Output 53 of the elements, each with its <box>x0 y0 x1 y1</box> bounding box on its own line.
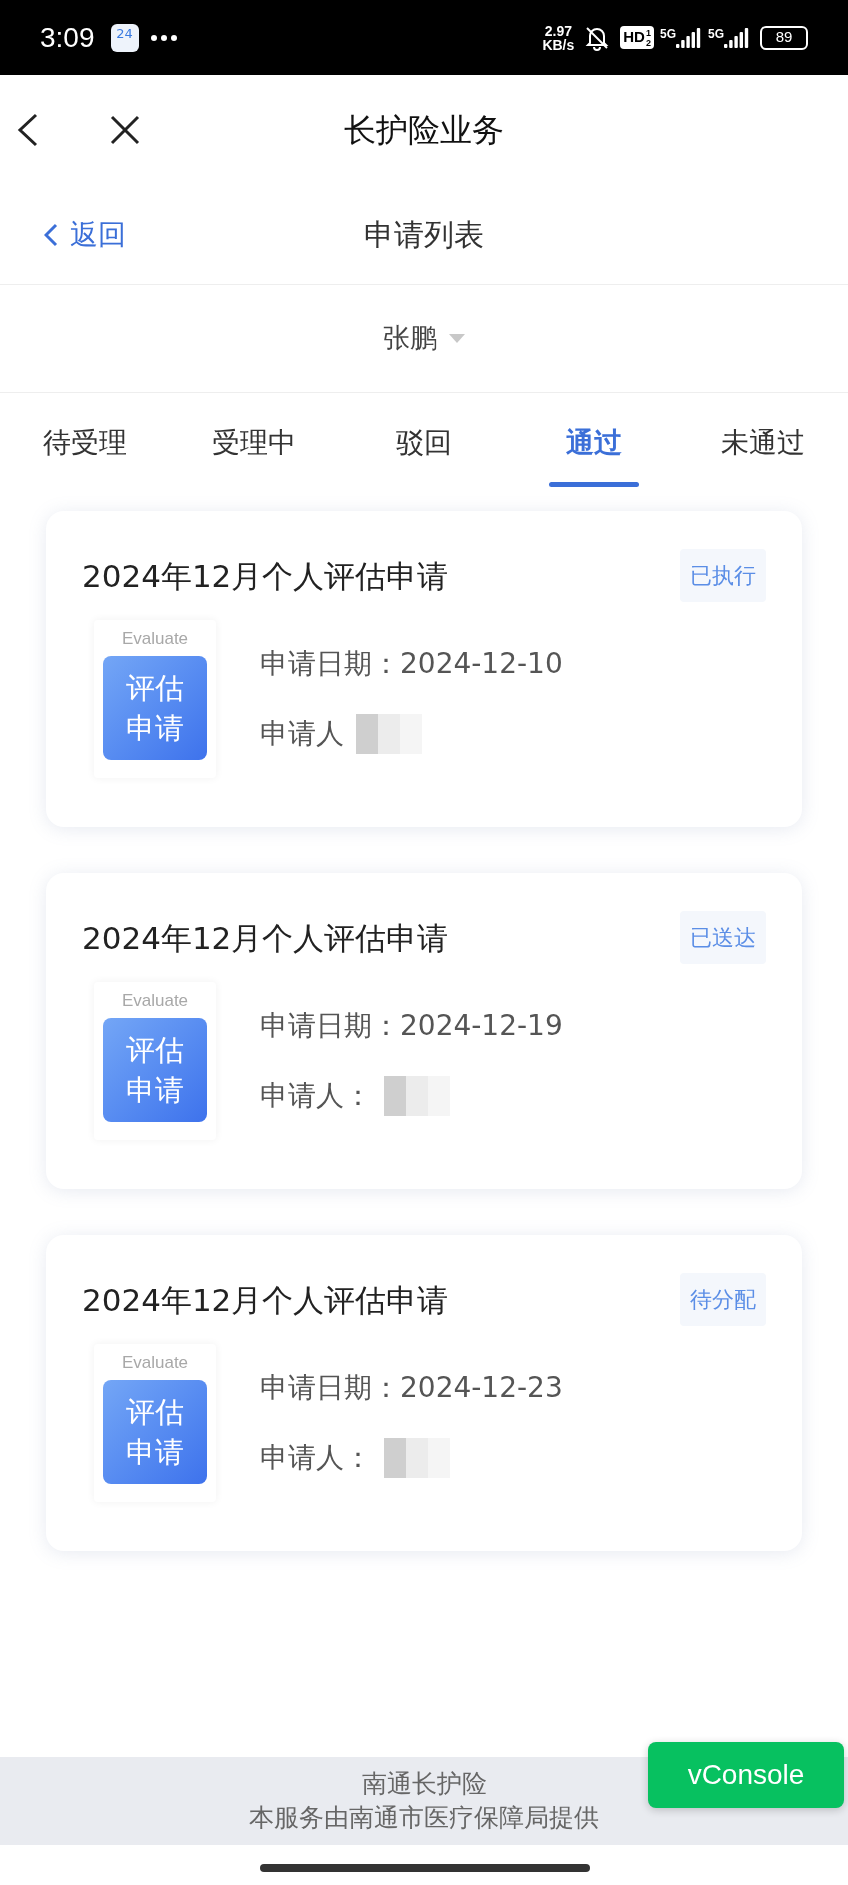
person-dropdown[interactable]: 张鹏 <box>0 285 848 393</box>
signal-icon <box>724 27 750 48</box>
signal-icon <box>676 27 702 48</box>
status-tab[interactable]: 未通过 <box>678 393 848 493</box>
applicant-label: 申请人： <box>260 1440 372 1476</box>
status-tab[interactable]: 通过 <box>508 393 679 493</box>
thumb-caption: Evaluate <box>121 990 189 1012</box>
date-value: 2024-12-10 <box>400 646 563 682</box>
date-value: 2024-12-23 <box>400 1370 563 1406</box>
status-tab[interactable]: 受理中 <box>169 393 340 493</box>
thumb-caption: Evaluate <box>121 1352 189 1374</box>
footer-note: 本服务由南通市医疗保障局提供 <box>249 1802 599 1834</box>
page-title: 长护险业务 <box>343 110 505 151</box>
clock-text: 3:09 <box>40 20 95 55</box>
date-label: 申请日期： <box>260 646 400 682</box>
status-tag: 已执行 <box>680 549 766 602</box>
date-label: 申请日期： <box>260 1008 400 1044</box>
caret-icon <box>449 334 465 343</box>
status-tab[interactable]: 待受理 <box>0 393 170 493</box>
application-card[interactable]: 2024年12月个人评估申请 已送达 Evaluate 评估申请 申请日期：2024-12-19 申请人： <box>46 873 802 1189</box>
thumb-label: 评估申请 <box>103 1379 207 1484</box>
muted-bell-icon <box>584 24 611 51</box>
calendar-icon: 24 <box>110 23 139 52</box>
hd-label: HD <box>623 27 645 48</box>
footer-title: 南通长护险 <box>361 1768 487 1800</box>
network-label: 5G <box>659 27 676 40</box>
card-title: 2024年12月个人评估申请 <box>82 557 449 596</box>
card-title: 2024年12月个人评估申请 <box>82 1281 449 1320</box>
speed-unit: KB/s <box>542 37 575 52</box>
network-label: 5G <box>708 27 724 40</box>
date-value: 2024-12-19 <box>400 1008 563 1044</box>
card-title: 2024年12月个人评估申请 <box>82 919 449 958</box>
thumb-label: 评估申请 <box>103 655 207 760</box>
thumb-caption: Evaluate <box>121 628 189 650</box>
status-tag: 已送达 <box>680 911 766 964</box>
back-icon[interactable] <box>16 113 40 147</box>
back-link[interactable]: 返回 <box>44 213 126 256</box>
status-tab[interactable]: 驳回 <box>339 393 509 493</box>
more-icon <box>150 34 177 41</box>
status-tag: 待分配 <box>680 1273 766 1326</box>
application-card[interactable]: 2024年12月个人评估申请 已执行 Evaluate 评估申请 申请日期：2024-12-10 申请人 <box>46 511 802 827</box>
date-label: 申请日期： <box>260 1370 400 1406</box>
hd-top: 1 <box>645 27 651 38</box>
application-card[interactable]: 2024年12月个人评估申请 待分配 Evaluate 评估申请 申请日期：2024-12-23 申请人： <box>46 1235 802 1551</box>
list-title: 申请列表 <box>363 216 485 254</box>
chevron-icon <box>44 222 58 247</box>
speed-value: 2.97 <box>544 23 572 38</box>
close-icon[interactable] <box>110 115 140 145</box>
applicant-label: 申请人： <box>260 1078 372 1114</box>
thumb-label: 评估申请 <box>103 1017 207 1122</box>
battery-icon: 89 <box>760 25 808 50</box>
applicant-label: 申请人 <box>260 716 344 752</box>
hd-bottom: 2 <box>645 37 651 48</box>
